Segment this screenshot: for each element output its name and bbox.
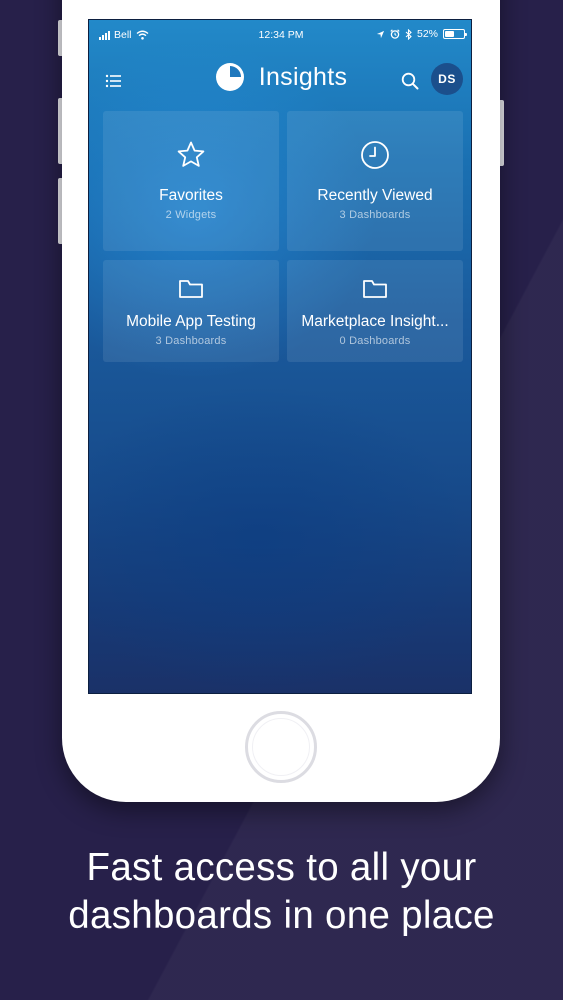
tile-title: Marketplace Insight... <box>301 313 449 330</box>
pie-chart-logo-icon <box>215 63 244 91</box>
tile-title: Favorites <box>159 187 223 204</box>
tile-favorites[interactable]: Favorites 2 Widgets <box>103 111 279 251</box>
app-title: Insights <box>258 62 348 91</box>
tile-subtitle: 2 Widgets <box>165 209 217 221</box>
promo-caption: Fast access to all your dashboards in on… <box>0 844 563 940</box>
search-icon <box>401 72 419 90</box>
folder-icon <box>363 280 387 298</box>
home-button[interactable] <box>245 711 317 783</box>
tile-mobile-app-testing[interactable]: Mobile App Testing 3 Dashboards <box>103 260 279 362</box>
app-header: Insights DS <box>89 50 471 114</box>
tile-recently-viewed[interactable]: Recently Viewed 3 Dashboards <box>287 111 463 251</box>
tile-icon-wrap <box>287 139 463 171</box>
tile-marketplace-insights[interactable]: Marketplace Insight... 0 Dashboards <box>287 260 463 362</box>
battery-level-fill <box>445 31 455 37</box>
app-screen: Bell 12:34 PM 52% Insights DS Favorites … <box>88 19 472 694</box>
location-arrow-icon <box>376 30 385 38</box>
tile-title: Mobile App Testing <box>126 313 256 330</box>
status-right: 52% <box>376 28 467 40</box>
tile-icon-wrap <box>103 139 279 171</box>
search-button[interactable] <box>399 70 421 92</box>
tile-icon-wrap <box>287 278 463 300</box>
folder-icon <box>179 280 203 298</box>
caption-line-2: dashboards in one place <box>68 894 495 937</box>
caption-line-1: Fast access to all your <box>86 846 477 889</box>
tile-subtitle: 3 Dashboards <box>339 209 411 221</box>
tile-subtitle: 3 Dashboards <box>155 335 227 347</box>
alarm-icon <box>390 29 400 39</box>
bluetooth-icon <box>405 28 412 40</box>
battery-percent: 52% <box>416 28 438 40</box>
status-bar: Bell 12:34 PM 52% <box>89 20 471 50</box>
battery-icon <box>443 29 467 39</box>
tile-subtitle: 0 Dashboards <box>339 335 411 347</box>
clock-icon <box>361 141 389 169</box>
avatar[interactable]: DS <box>431 63 463 95</box>
tile-title: Recently Viewed <box>317 187 433 204</box>
star-icon <box>177 141 205 167</box>
tile-icon-wrap <box>103 278 279 300</box>
